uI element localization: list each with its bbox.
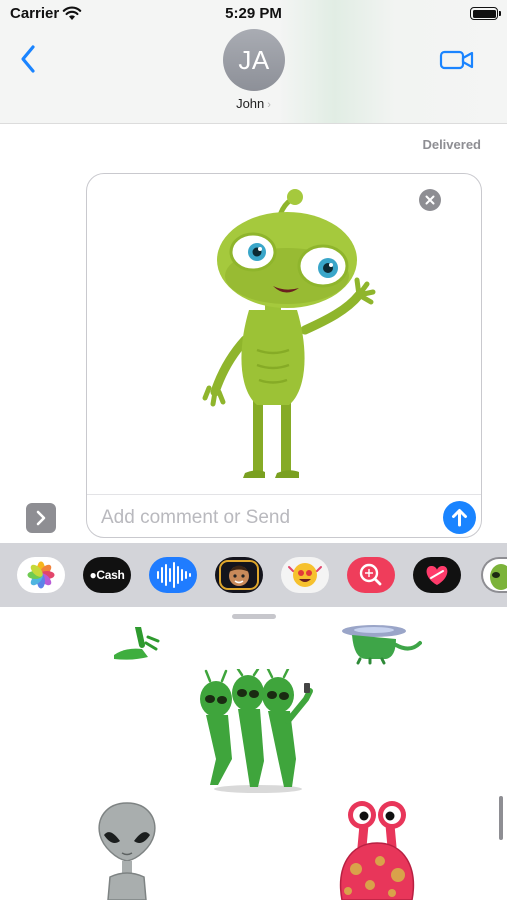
animoji-icon [288, 563, 322, 587]
sticker-sheet [0, 607, 507, 900]
animoji-app-button[interactable] [281, 557, 329, 593]
close-icon [425, 195, 435, 205]
apple-cash-label: Cash [96, 568, 125, 582]
contact-avatar[interactable]: JA [223, 29, 285, 91]
avatar-initials: JA [238, 44, 270, 75]
grey-alien-sticker[interactable] [94, 801, 160, 900]
image-search-icon [359, 563, 382, 586]
scroll-indicator[interactable] [499, 796, 503, 840]
arrow-up-icon [452, 509, 467, 527]
alien-group-selfie-sticker[interactable] [188, 669, 320, 793]
comment-input[interactable] [101, 505, 421, 531]
images-app-button[interactable] [347, 557, 395, 593]
contact-chevron-icon: › [267, 99, 271, 111]
pink-spotted-monster-sticker[interactable] [334, 797, 420, 900]
compose-divider [87, 494, 481, 495]
remove-sticker-button[interactable] [419, 189, 441, 211]
delivered-status: Delivered [422, 137, 481, 152]
status-time: 5:29 PM [225, 5, 282, 22]
contact-name: John [236, 96, 265, 111]
audio-app-button[interactable] [149, 557, 197, 593]
apple-cash-icon: ● [89, 568, 97, 582]
alien-stickers-app-button[interactable] [481, 557, 507, 593]
digital-touch-app-button[interactable] [413, 557, 461, 593]
waving-alien-sticker[interactable] [187, 180, 387, 490]
navigation-header: Carrier 5:29 PM JA John › [0, 0, 507, 124]
video-camera-icon[interactable] [439, 47, 475, 73]
back-chevron-icon[interactable] [18, 44, 40, 74]
alien-sticker-app-icon [490, 564, 507, 590]
audio-waveform-icon [157, 562, 191, 588]
chevron-right-icon [36, 510, 46, 526]
expand-apps-button[interactable] [26, 503, 56, 533]
sheet-grabber[interactable] [232, 614, 276, 619]
apple-cash-app-button[interactable]: ● Cash [83, 557, 131, 593]
ufo-alien-sticker[interactable] [340, 625, 422, 665]
heart-touch-icon [426, 565, 448, 585]
app-drawer: ● Cash [0, 543, 507, 607]
battery-icon [470, 7, 501, 20]
send-button[interactable] [443, 501, 476, 534]
memoji-icon [219, 560, 259, 590]
compose-bubble [86, 173, 482, 538]
alien-feet-sticker[interactable] [108, 627, 160, 663]
photos-app-button[interactable] [17, 557, 65, 593]
memoji-app-button[interactable] [215, 557, 263, 593]
photos-icon [27, 561, 55, 589]
contact-name-button[interactable]: John › [0, 96, 507, 111]
